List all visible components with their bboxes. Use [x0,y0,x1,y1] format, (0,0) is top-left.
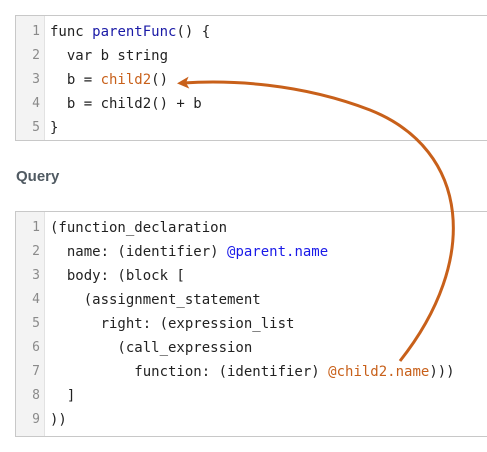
code-text: name: (identifier) @parent.name [50,240,328,264]
line-number: 3 [32,268,40,283]
code-token: (function_declaration [50,220,228,236]
code-text: right: (expression_list [50,312,295,336]
code-snippet-query: 1 (function_declaration 2 name: (identifie… [15,211,487,437]
line-number: 9 [32,412,40,427]
code-token: body: (block [ [50,268,185,284]
line-number: 5 [32,120,40,135]
line-number: 4 [32,292,40,307]
line-number: 1 [32,220,40,235]
code-token: b = child2() + b [50,96,202,112]
capture-parent-token: @parent.name [227,244,329,260]
code-text: )) [50,408,67,432]
code-token: right: (expression_list [50,316,295,332]
code-token: func [50,24,93,40]
code-token: var b string [50,48,169,64]
code-token: ))) [429,364,455,380]
code-token: b = [50,72,101,88]
line-number: 1 [32,24,40,39]
code-text: b = child2() + b [50,92,202,116]
code-text: function: (identifier) @child2.name))) [50,360,455,384]
code-text: body: (block [ [50,264,185,288]
code-text: (function_declaration [50,216,227,240]
capture-child-token: @child2.name [328,364,430,380]
query-heading: Query [16,168,60,185]
code-token: () { [176,24,211,40]
code-text: var b string [50,44,168,68]
code-snippet-go: 1 func parentFunc() { 2 var b string 3 b = … [15,15,487,141]
code-token: name: (identifier) [50,244,228,260]
code-text: b = child2() [50,68,168,92]
code-token: (call_expression [50,340,253,356]
line-number: 2 [32,48,40,63]
line-number: 8 [32,388,40,403]
code-text: (assignment_statement [50,288,261,312]
code-token: )) [50,412,67,428]
line-number: 2 [32,244,40,259]
code-text: ] [50,384,75,408]
code-token: (assignment_statement [50,292,261,308]
code-text: (call_expression [50,336,252,360]
code-token: function: (identifier) [50,364,329,380]
line-number: 4 [32,96,40,111]
code-token: ] [50,388,76,404]
code-token: () [151,72,169,88]
call-orange-token: child2 [100,72,152,88]
fn-name-token: parentFunc [92,24,177,40]
code-text: } [50,116,58,140]
line-number: 7 [32,364,40,379]
line-number: 6 [32,340,40,355]
code-token: } [50,120,59,136]
line-number: 5 [32,316,40,331]
code-text: func parentFunc() { [50,20,210,44]
line-number: 3 [32,72,40,87]
